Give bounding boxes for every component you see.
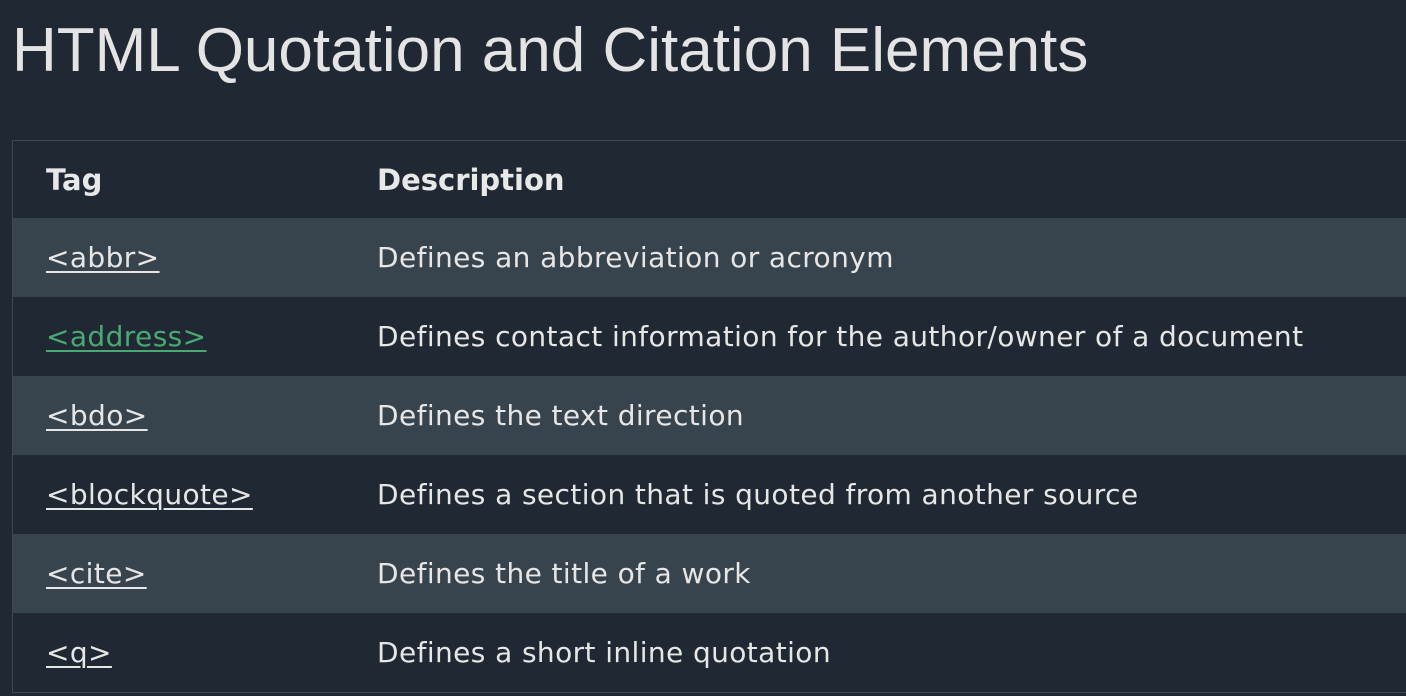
description-cell: Defines an abbreviation or acronym	[377, 241, 894, 274]
table-row: <abbr> Defines an abbreviation or acrony…	[13, 218, 1406, 297]
tag-link-q[interactable]: <q>	[46, 636, 112, 669]
tag-cell: <abbr>	[13, 241, 377, 274]
column-header-description: Description	[377, 162, 565, 197]
column-header-tag: Tag	[46, 162, 103, 197]
table-row: <bdo> Defines the text direction	[13, 376, 1406, 455]
description-cell: Defines the title of a work	[377, 557, 751, 590]
tag-cell: <address>	[13, 320, 377, 353]
tag-link-address[interactable]: <address>	[46, 320, 207, 353]
description-cell: Defines contact information for the auth…	[377, 320, 1304, 353]
description-cell: Defines a short inline quotation	[377, 636, 831, 669]
tag-cell: <cite>	[13, 557, 377, 590]
table-row: <blockquote> Defines a section that is q…	[13, 455, 1406, 534]
description-cell: Defines a section that is quoted from an…	[377, 478, 1139, 511]
tag-cell: <bdo>	[13, 399, 377, 432]
tag-link-cite[interactable]: <cite>	[46, 557, 147, 590]
description-cell: Defines the text direction	[377, 399, 745, 432]
tag-link-blockquote[interactable]: <blockquote>	[46, 478, 253, 511]
table-row: <cite> Defines the title of a work	[13, 534, 1406, 613]
tag-cell: <q>	[13, 636, 377, 669]
table-row: <q> Defines a short inline quotation	[13, 613, 1406, 692]
page-title: HTML Quotation and Citation Elements	[12, 16, 1089, 85]
tag-link-bdo[interactable]: <bdo>	[46, 399, 148, 432]
tag-cell: <blockquote>	[13, 478, 377, 511]
table-row: <address> Defines contact information fo…	[13, 297, 1406, 376]
reference-table: Tag Description <abbr> Defines an abbrev…	[12, 140, 1406, 693]
tag-link-abbr[interactable]: <abbr>	[46, 241, 160, 274]
table-header-row: Tag Description	[13, 141, 1406, 218]
